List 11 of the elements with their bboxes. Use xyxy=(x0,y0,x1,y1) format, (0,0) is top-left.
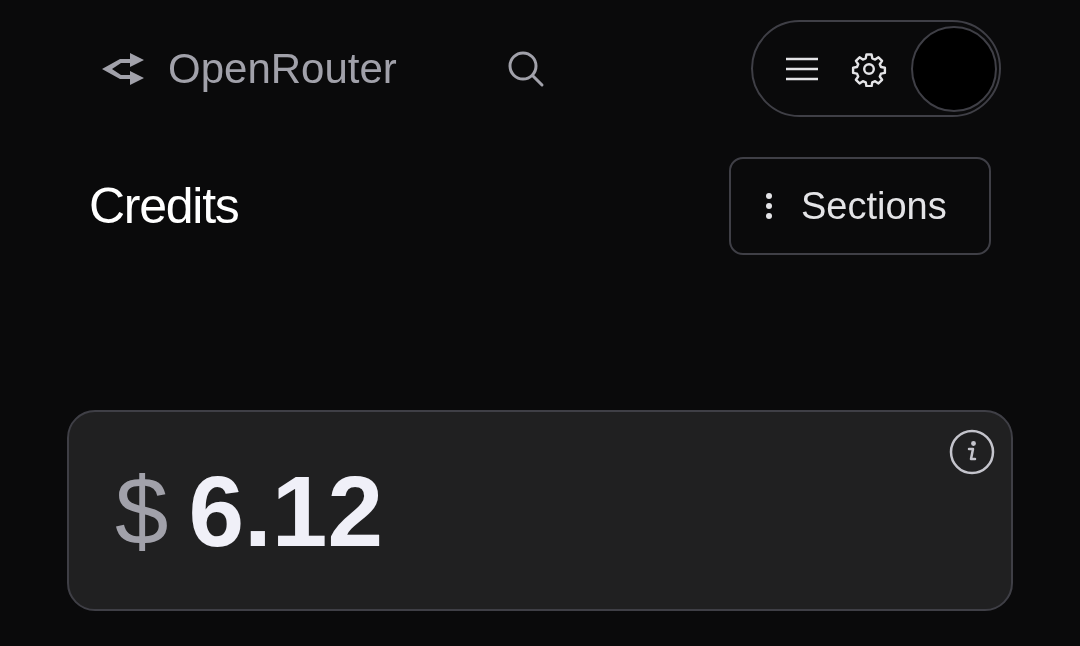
currency-symbol: $ xyxy=(115,462,169,559)
more-icon xyxy=(765,192,773,220)
brand-name[interactable]: OpenRouter xyxy=(168,47,397,90)
page-title: Credits xyxy=(89,181,239,231)
menu-icon[interactable] xyxy=(785,56,819,81)
settings-icon[interactable] xyxy=(851,50,887,87)
balance-amount: 6.12 xyxy=(188,460,384,561)
info-icon[interactable] xyxy=(949,429,995,475)
logo-icon[interactable] xyxy=(100,50,146,87)
search-icon[interactable] xyxy=(506,49,545,88)
sections-button[interactable]: Sections xyxy=(729,157,991,255)
